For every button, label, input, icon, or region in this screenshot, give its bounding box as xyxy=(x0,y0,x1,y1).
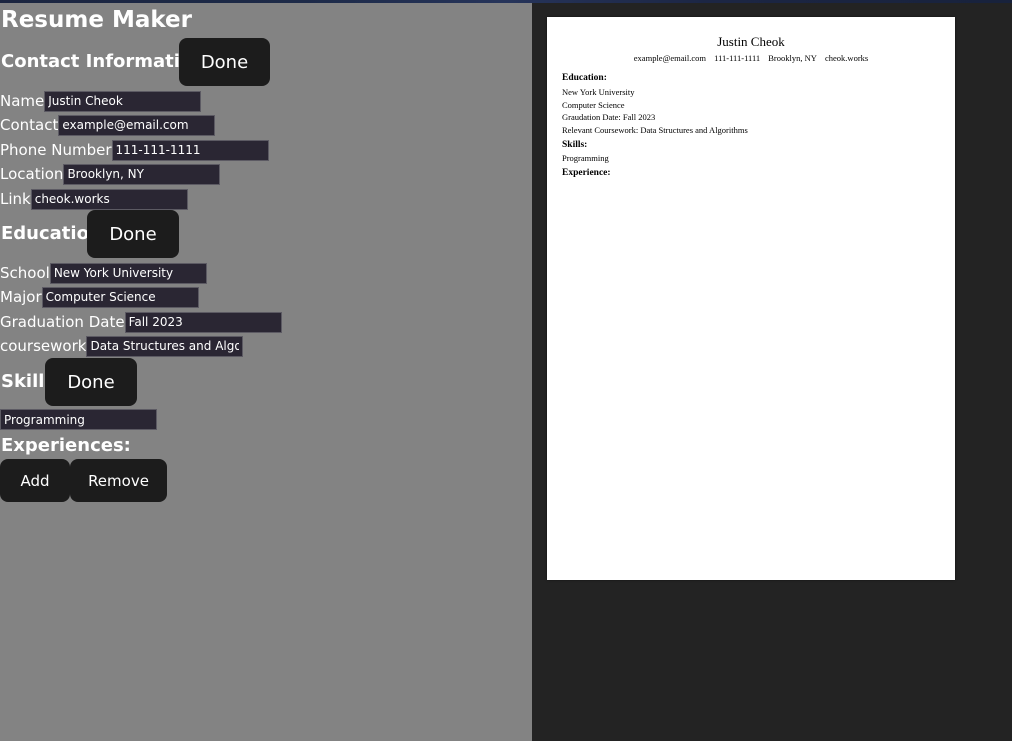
name-row: Name xyxy=(0,90,202,112)
resume-preview-page: Justin Cheok example@email.com 111-111-1… xyxy=(547,17,955,580)
resume-skills: Programming xyxy=(562,153,609,163)
education-done-button[interactable]: Done xyxy=(87,210,179,258)
graduation-input[interactable] xyxy=(124,311,282,333)
editor-panel: Resume Maker Contact Information Done Na… xyxy=(0,3,532,741)
add-experience-button[interactable]: Add xyxy=(0,459,70,502)
coursework-label: coursework xyxy=(0,337,87,355)
contact-section-header: Contact Information xyxy=(1,51,206,72)
contact-done-button[interactable]: Done xyxy=(179,38,270,86)
remove-experience-button[interactable]: Remove xyxy=(70,459,167,502)
contact-label: Contact xyxy=(0,116,59,134)
resume-experience-title: Experience: xyxy=(562,168,611,178)
school-input[interactable] xyxy=(49,262,207,284)
phone-label: Phone Number xyxy=(0,141,112,159)
preview-panel: Justin Cheok example@email.com 111-111-1… xyxy=(532,3,1012,741)
contact-row: Contact xyxy=(0,114,216,136)
graduation-row: Graduation Date xyxy=(0,311,282,333)
name-input[interactable] xyxy=(44,90,202,112)
major-row: Major xyxy=(0,286,199,308)
phone-input[interactable] xyxy=(111,139,269,161)
resume-phone: 111-111-1111 xyxy=(714,53,761,63)
experiences-section-header: Experiences: xyxy=(1,435,131,456)
app-title: Resume Maker xyxy=(1,7,192,33)
resume-graduation: Graudation Date: Fall 2023 xyxy=(562,112,656,122)
link-row: Link xyxy=(0,188,188,210)
coursework-row: coursework xyxy=(0,335,244,357)
skill-input[interactable] xyxy=(0,409,157,430)
school-label: School xyxy=(0,264,50,282)
link-label: Link xyxy=(0,190,31,208)
major-label: Major xyxy=(0,288,42,306)
location-input[interactable] xyxy=(63,163,221,185)
resume-location: Brooklyn, NY xyxy=(768,53,817,63)
coursework-input[interactable] xyxy=(86,335,244,357)
resume-major: Computer Science xyxy=(562,100,625,110)
skills-done-button[interactable]: Done xyxy=(45,358,137,406)
phone-row: Phone Number xyxy=(0,139,269,161)
contact-input[interactable] xyxy=(58,114,216,136)
location-row: Location xyxy=(0,163,221,185)
resume-education-title: Education: xyxy=(562,73,607,83)
location-label: Location xyxy=(0,165,64,183)
resume-email: example@email.com xyxy=(633,53,707,63)
resume-school: New York University xyxy=(562,87,635,97)
link-input[interactable] xyxy=(30,188,188,210)
name-label: Name xyxy=(0,92,45,110)
resume-coursework: Relevant Coursework: Data Structures and… xyxy=(562,125,748,135)
major-input[interactable] xyxy=(41,286,199,308)
resume-link: cheok.works xyxy=(825,53,869,63)
resume-skills-title: Skills: xyxy=(562,140,588,150)
school-row: School xyxy=(0,262,207,284)
resume-contact-line: example@email.com 111-111-1111 Brooklyn,… xyxy=(547,53,955,63)
graduation-label: Graduation Date xyxy=(0,313,125,331)
resume-name: Justin Cheok xyxy=(717,34,785,49)
